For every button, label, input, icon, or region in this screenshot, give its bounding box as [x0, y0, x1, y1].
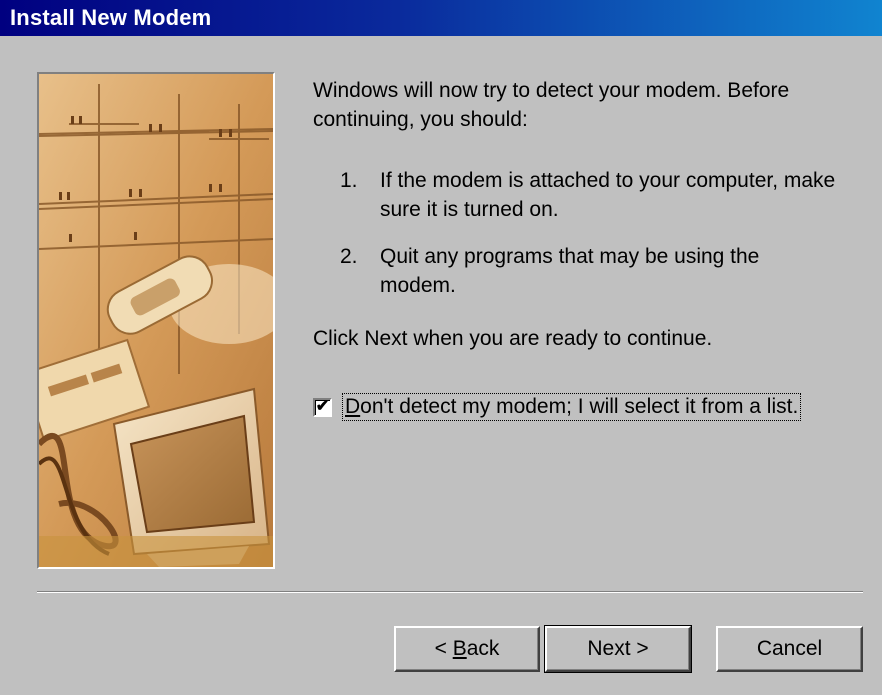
- dont-detect-label[interactable]: Don't detect my modem; I will select it …: [341, 393, 802, 421]
- mnemonic-letter: D: [345, 395, 361, 418]
- step-2: 2. Quit any programs that may be using t…: [340, 242, 840, 300]
- continue-instruction: Click Next when you are ready to continu…: [313, 327, 713, 350]
- window-title: Install New Modem: [10, 5, 212, 30]
- step-1: 1. If the modem is attached to your comp…: [340, 166, 840, 224]
- step-text: If the modem is attached to your compute…: [380, 169, 836, 221]
- step-number: 1.: [340, 169, 358, 192]
- dont-detect-checkbox[interactable]: ✔: [313, 397, 332, 417]
- cancel-button[interactable]: Cancel: [716, 626, 863, 672]
- wizard-illustration: [37, 72, 275, 569]
- next-button[interactable]: Next >: [544, 625, 692, 673]
- back-rest: ack: [466, 637, 500, 660]
- step-number: 2.: [340, 245, 358, 268]
- label-rest: on't detect my modem; I will select it f…: [360, 395, 799, 418]
- separator: [37, 591, 863, 593]
- back-mnemonic: B: [452, 637, 467, 660]
- checkmark-icon: ✔: [315, 398, 330, 415]
- title-bar[interactable]: Install New Modem: [0, 0, 882, 36]
- step-text: Quit any programs that may be using the …: [380, 245, 760, 297]
- dont-detect-option[interactable]: ✔ Don't detect my modem; I will select i…: [313, 393, 802, 421]
- back-prefix: <: [434, 637, 453, 660]
- back-button[interactable]: < Back: [394, 626, 540, 672]
- intro-text: Windows will now try to detect your mode…: [313, 79, 790, 131]
